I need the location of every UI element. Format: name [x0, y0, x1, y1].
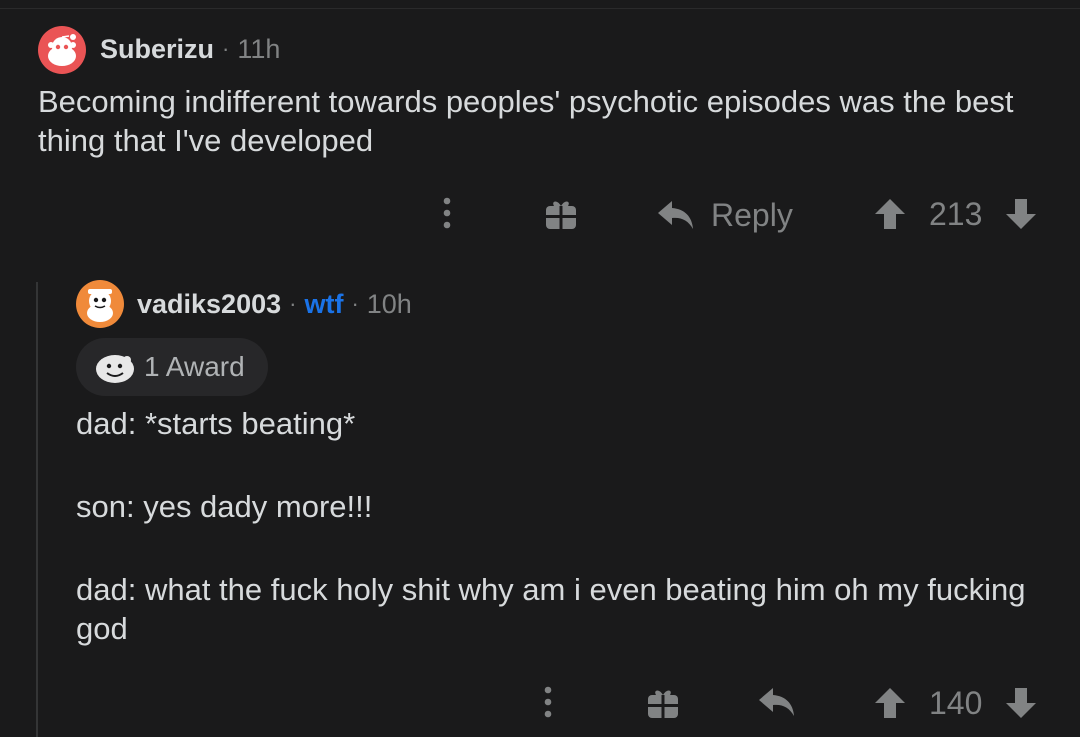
- comment-body: dad: *starts beating* son: yes dady more…: [76, 404, 1036, 648]
- comment-paragraph: dad: what the fuck holy shit why am i ev…: [76, 572, 1026, 646]
- reply-button[interactable]: Reply: [657, 193, 793, 237]
- vote-controls: 140: [873, 681, 1038, 725]
- downvote-arrow-icon[interactable]: [1004, 197, 1038, 231]
- upvote-arrow-icon[interactable]: [873, 197, 907, 231]
- comment-author[interactable]: vadiks2003: [137, 289, 281, 320]
- comment-paragraph: dad: *starts beating*: [76, 406, 356, 441]
- user-avatar[interactable]: [76, 280, 124, 328]
- reply-arrow-icon: [658, 201, 693, 229]
- user-avatar[interactable]: [38, 26, 86, 74]
- gift-icon[interactable]: [647, 687, 679, 719]
- reply-label: Reply: [711, 196, 793, 233]
- comment-paragraph: son: yes dady more!!!: [76, 489, 373, 524]
- comment-timestamp: 11h: [237, 33, 281, 64]
- wholesome-award-icon: [96, 355, 134, 383]
- user-flair: wtf: [304, 288, 344, 319]
- upvote-arrow-icon[interactable]: [873, 686, 907, 720]
- vote-score: 140: [929, 684, 983, 721]
- more-vertical-icon[interactable]: [541, 686, 555, 718]
- gift-icon[interactable]: [545, 198, 577, 230]
- comment-header: vadiks2003 · wtf · 10h: [137, 286, 412, 322]
- comment-author[interactable]: Suberizu: [100, 34, 214, 65]
- more-vertical-icon[interactable]: [440, 197, 454, 229]
- award-badge[interactable]: 1 Award: [76, 338, 268, 396]
- reply-arrow-icon[interactable]: [758, 686, 796, 718]
- comment-body: Becoming indifferent towards peoples' ps…: [38, 84, 1014, 158]
- top-divider: [0, 8, 1080, 9]
- separator-dot: ·: [351, 291, 359, 316]
- separator-dot: ·: [222, 36, 230, 61]
- vote-controls: 213: [873, 192, 1038, 236]
- comment-header: Suberizu · 11h: [100, 31, 280, 67]
- vote-score: 213: [929, 195, 983, 232]
- downvote-arrow-icon[interactable]: [1004, 686, 1038, 720]
- comment-timestamp: 10h: [366, 288, 412, 319]
- thread-line[interactable]: [36, 282, 38, 737]
- award-label: 1 Award: [144, 351, 245, 382]
- separator-dot: ·: [289, 291, 297, 316]
